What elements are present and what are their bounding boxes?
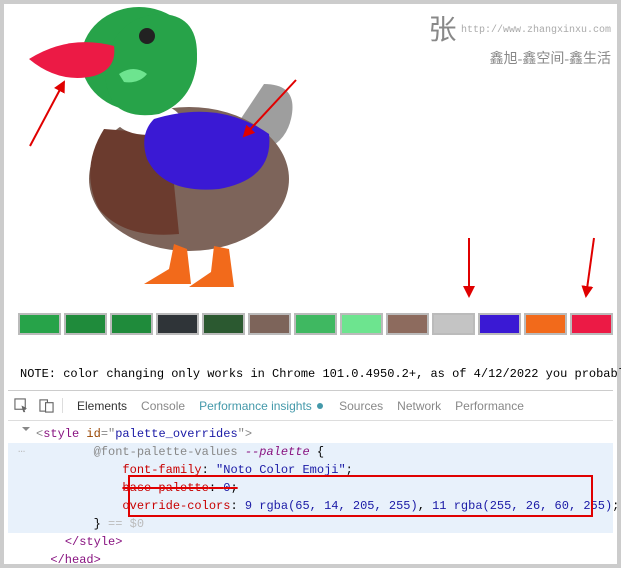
tab-console[interactable]: Console [141,399,185,413]
swatch-10[interactable] [478,313,521,335]
swatch-4[interactable] [202,313,245,335]
inspect-icon[interactable] [14,398,29,413]
watermark-char: 张 [429,8,457,48]
tab-elements[interactable]: Elements [77,399,127,413]
note-text: NOTE: color changing only works in Chrom… [4,367,617,381]
swatch-5[interactable] [248,313,291,335]
duck-svg [19,4,319,289]
devtools-toolbar: Elements Console Performance insights So… [8,391,613,421]
swatch-6[interactable] [294,313,337,335]
highlight-box [128,475,593,517]
swatch-2[interactable] [110,313,153,335]
swatch-1[interactable] [64,313,107,335]
demo-area: 张 http://www.zhangxinxu.com 鑫旭-鑫空间-鑫生活 [4,4,617,339]
tab-sources[interactable]: Sources [339,399,383,413]
watermark-url: http://www.zhangxinxu.com [461,25,611,36]
expand-icon[interactable] [22,427,30,435]
swatch-0[interactable] [18,313,61,335]
swatch-9[interactable] [432,313,475,335]
tab-network[interactable]: Network [397,399,441,413]
device-icon[interactable] [39,398,54,413]
arrow-swatch-blue [454,234,484,304]
swatch-7[interactable] [340,313,383,335]
duck-emoji [19,4,339,294]
watermark-cn: 鑫旭-鑫空间-鑫生活 [429,48,612,68]
swatch-3[interactable] [156,313,199,335]
devtools-panel: Elements Console Performance insights So… [8,390,613,560]
tab-perfinsights[interactable]: Performance insights [199,399,325,413]
screenshot-frame: 张 http://www.zhangxinxu.com 鑫旭-鑫空间-鑫生活 [0,0,621,568]
palette-swatches [18,313,613,335]
watermark: 张 http://www.zhangxinxu.com 鑫旭-鑫空间-鑫生活 [429,8,612,68]
tab-performance[interactable]: Performance [455,399,524,413]
swatch-11[interactable] [524,313,567,335]
devtools-dom-tree[interactable]: … <style id="palette_overrides"> @font-p… [8,421,613,573]
swatch-12[interactable] [570,313,613,335]
swatch-8[interactable] [386,313,429,335]
collapsed-icon[interactable]: … [18,440,25,458]
arrow-swatch-red [576,234,606,304]
